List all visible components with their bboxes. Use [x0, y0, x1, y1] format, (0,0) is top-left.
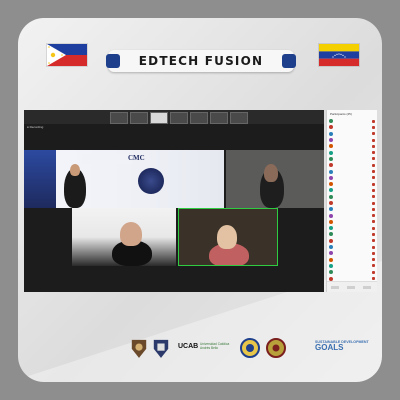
participant-avatar-icon	[329, 138, 333, 143]
muted-mic-icon	[372, 264, 375, 268]
participant-avatar-icon	[329, 125, 333, 130]
participant-avatar-icon	[329, 263, 333, 268]
muted-mic-icon	[372, 251, 375, 255]
muted-mic-icon	[372, 239, 375, 243]
recording-indicator: ● Recording	[27, 125, 44, 129]
participant-avatar-icon	[329, 156, 333, 161]
video-call-window: ● Recording CMC	[24, 110, 324, 292]
slide-logo-text: CMC	[128, 154, 145, 162]
participant-avatar-icon	[329, 182, 333, 187]
ucab-logo-text: UCAB	[178, 343, 199, 350]
ucab-subtitle: Universidad Católica Andrés Bello	[200, 342, 230, 350]
muted-mic-icon	[372, 226, 375, 230]
participant-face	[120, 222, 142, 246]
muted-mic-icon	[372, 157, 375, 161]
participant-avatar-icon	[329, 169, 333, 174]
muted-mic-icon	[372, 151, 375, 155]
participant-avatar-icon	[329, 226, 333, 231]
invite-button[interactable]	[331, 286, 339, 289]
mute-all-button[interactable]	[347, 286, 355, 289]
venezuela-flag	[318, 43, 360, 67]
participant-avatar-icon	[329, 213, 333, 218]
participant-avatar-icon	[329, 270, 333, 275]
muted-mic-icon	[372, 182, 375, 186]
video-tile-active-speaker[interactable]	[178, 208, 278, 266]
participant-avatar-icon	[329, 245, 333, 250]
anniversary-emblem-icon	[138, 168, 164, 194]
participants-panel-title: Participants (25)	[330, 112, 352, 116]
title-banner: EDTECH FUSION	[106, 50, 296, 72]
muted-mic-icon	[372, 176, 375, 180]
thumbnail[interactable]	[130, 112, 148, 124]
participant-face	[264, 164, 278, 182]
muted-mic-icon	[372, 258, 375, 262]
participant-face	[70, 164, 80, 176]
thumbnail[interactable]	[230, 112, 248, 124]
muted-mic-icon	[372, 119, 375, 123]
participant-avatar-icon	[329, 194, 333, 199]
meeting-top-bar	[24, 110, 324, 124]
participant-avatar-icon	[329, 201, 333, 205]
muted-mic-icon	[372, 138, 375, 142]
slide-header	[82, 154, 132, 164]
muted-mic-icon	[372, 201, 375, 205]
thumbnail[interactable]	[170, 112, 188, 124]
participant-avatar-icon	[329, 188, 333, 193]
page-title: EDTECH FUSION	[138, 54, 264, 68]
muted-mic-icon	[372, 125, 375, 129]
participant-avatar-icon	[329, 251, 333, 256]
participant-avatar-icon	[329, 276, 333, 281]
muted-mic-icon	[372, 277, 375, 281]
muted-mic-icon	[372, 188, 375, 192]
video-tile-participant[interactable]	[72, 208, 176, 266]
muted-mic-icon	[372, 132, 375, 136]
participant-avatar-icon	[329, 232, 333, 237]
muted-mic-icon	[372, 195, 375, 199]
muted-mic-icon	[372, 270, 375, 274]
participant-avatar-icon	[329, 119, 333, 124]
participant-avatar-icon	[329, 131, 333, 136]
participant-avatar-icon	[329, 163, 333, 168]
participant-avatar-icon	[329, 144, 333, 149]
participant-avatar-icon	[329, 219, 333, 224]
school-crest-icon	[153, 339, 169, 358]
thumbnail[interactable]	[190, 112, 208, 124]
banner-right-accent	[282, 54, 296, 68]
video-tile-participant[interactable]	[226, 150, 324, 208]
slide-accent-band	[24, 150, 56, 208]
muted-mic-icon	[372, 144, 375, 148]
muted-mic-icon	[372, 245, 375, 249]
participant-face	[217, 225, 237, 249]
participant-avatar-icon	[329, 175, 333, 180]
muted-mic-icon	[372, 232, 375, 236]
philippines-flag	[46, 43, 88, 67]
participant-avatar-icon	[329, 207, 333, 212]
sdg-logo: SUSTAINABLE DEVELOPMENT GOALS	[315, 340, 369, 352]
thumbnail-active[interactable]	[150, 112, 168, 124]
participants-panel: Participants (25)	[326, 110, 377, 292]
muted-mic-icon	[372, 170, 375, 174]
participant-avatar-icon	[329, 257, 333, 262]
seal-icon	[240, 338, 260, 358]
participant-avatar-icon	[329, 238, 333, 243]
muted-mic-icon	[372, 207, 375, 211]
video-tile-presenter[interactable]: CMC	[24, 150, 224, 208]
thumbnail[interactable]	[210, 112, 228, 124]
participants-list	[327, 118, 377, 282]
participants-panel-footer	[327, 281, 377, 292]
muted-mic-icon	[372, 163, 375, 167]
thumbnail-strip	[110, 112, 248, 124]
banner-left-accent	[106, 54, 120, 68]
participant-avatar-icon	[329, 150, 333, 155]
university-crest-icon	[131, 339, 147, 358]
sdg-goals: GOALS	[315, 343, 344, 352]
thumbnail[interactable]	[110, 112, 128, 124]
muted-mic-icon	[372, 220, 375, 224]
more-button[interactable]	[363, 286, 371, 289]
emblem-icon	[266, 338, 286, 358]
background: EDTECH FUSION ● Recording CMC Participan…	[0, 0, 400, 400]
muted-mic-icon	[372, 214, 375, 218]
